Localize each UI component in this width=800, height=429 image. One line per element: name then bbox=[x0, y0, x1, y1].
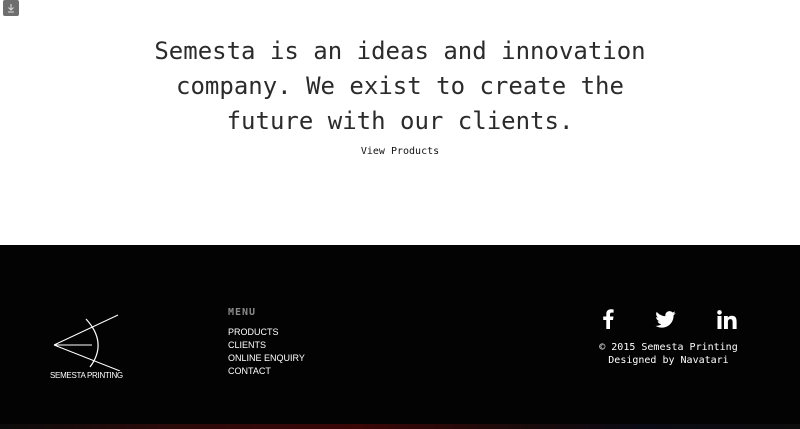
hero-tagline: Semesta is an ideas and innovation compa… bbox=[154, 37, 646, 135]
footer-menu: MENU PRODUCTS CLIENTS ONLINE ENQUIRY CON… bbox=[228, 307, 305, 378]
semesta-logo-icon bbox=[53, 314, 121, 372]
social-block: © 2015 Semesta Printing Designed by Nava… bbox=[596, 307, 741, 367]
footer-bottom-strip bbox=[0, 424, 800, 429]
menu-title: MENU bbox=[228, 307, 257, 318]
menu-list: PRODUCTS CLIENTS ONLINE ENQUIRY CONTACT bbox=[228, 326, 305, 378]
hero-section: Semesta is an ideas and innovation compa… bbox=[0, 34, 800, 158]
footer: SEMESTA PRINTING MENU PRODUCTS CLIENTS O… bbox=[0, 245, 800, 429]
logo-text: SEMESTA PRINTING bbox=[50, 371, 123, 380]
social-icons bbox=[602, 307, 737, 331]
view-products-link[interactable]: View Products bbox=[361, 146, 439, 157]
menu-item-products[interactable]: PRODUCTS bbox=[228, 326, 305, 339]
semesta-logo[interactable]: SEMESTA PRINTING bbox=[50, 313, 128, 383]
download-icon[interactable] bbox=[3, 0, 19, 16]
menu-item-contact[interactable]: CONTACT bbox=[228, 365, 305, 378]
download-icon-glyph bbox=[8, 4, 14, 13]
copyright-block: © 2015 Semesta Printing Designed by Nava… bbox=[596, 341, 741, 367]
menu-item-online-enquiry[interactable]: ONLINE ENQUIRY bbox=[228, 352, 305, 365]
twitter-icon[interactable] bbox=[655, 308, 676, 330]
linkedin-icon[interactable] bbox=[717, 308, 737, 330]
facebook-icon[interactable] bbox=[602, 308, 614, 330]
designer-credit: Designed by Navatari bbox=[608, 355, 729, 366]
copyright-text: © 2015 Semesta Printing bbox=[599, 342, 738, 353]
page: Semesta is an ideas and innovation compa… bbox=[0, 0, 800, 429]
menu-item-clients[interactable]: CLIENTS bbox=[228, 339, 305, 352]
